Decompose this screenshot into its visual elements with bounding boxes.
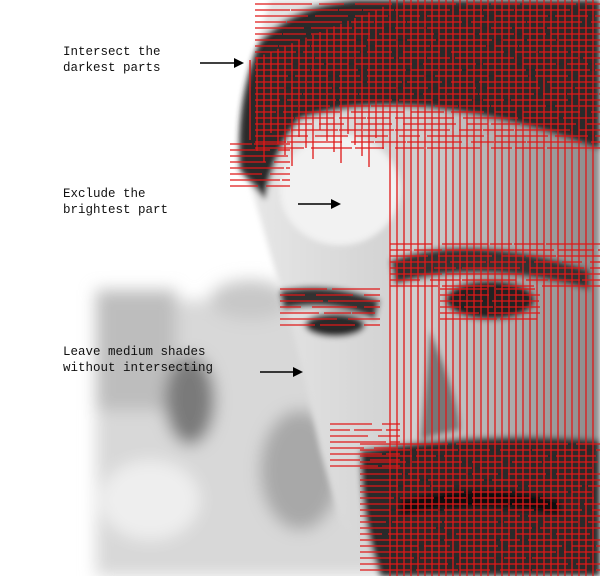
annotation-line: Exclude the bbox=[63, 187, 146, 201]
annotation-line: Intersect the bbox=[63, 45, 161, 59]
hatched-portrait-photo bbox=[96, 0, 600, 576]
annotation-exclude-brightest: Exclude the brightest part bbox=[63, 186, 168, 218]
annotation-line: darkest parts bbox=[63, 61, 161, 75]
arrow-right-icon bbox=[200, 58, 244, 68]
illustration: Intersect the darkest parts Exclude the … bbox=[0, 0, 600, 576]
annotation-leave-medium: Leave medium shades without intersecting bbox=[63, 344, 213, 376]
annotation-intersect-darkest: Intersect the darkest parts bbox=[63, 44, 161, 76]
annotation-line: without intersecting bbox=[63, 361, 214, 375]
annotation-line: brightest part bbox=[63, 203, 169, 217]
annotation-line: Leave medium shades bbox=[63, 345, 206, 359]
